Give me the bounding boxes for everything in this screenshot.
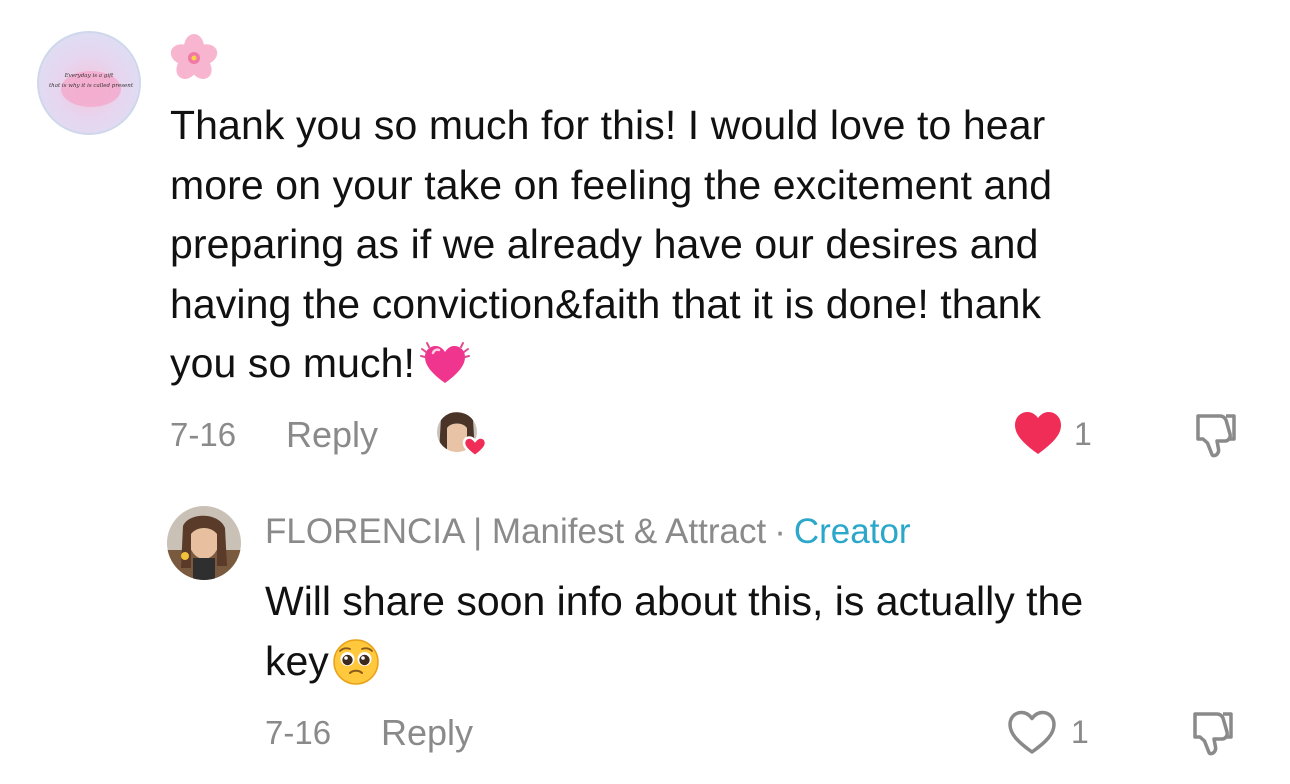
- avatar-artwork: Everyday is a gift that is why it is cal…: [49, 71, 134, 107]
- comment-line: you so much!: [170, 340, 416, 386]
- reply-line-last: key: [265, 631, 1255, 691]
- comment-date: 7-16: [170, 416, 237, 453]
- reply-line: Will share soon info about this, is actu…: [265, 578, 1084, 624]
- reply-line: key: [265, 638, 329, 684]
- like-heart-icon[interactable]: [1013, 410, 1063, 456]
- creator-avatar[interactable]: [167, 506, 241, 580]
- growing-heart-icon: [419, 337, 471, 389]
- comment-line-last: you so much!: [170, 334, 1240, 394]
- reply-author-name[interactable]: FLORENCIA | Manifest & Attract: [265, 512, 766, 551]
- reply-date: 7-16: [265, 714, 332, 751]
- dislike-icon[interactable]: [1190, 410, 1242, 460]
- reply-meta-row: 7-16 Reply 1: [265, 706, 1255, 758]
- cherry-blossom-icon: [168, 32, 220, 84]
- like-count: 1: [1071, 714, 1089, 750]
- like-count: 1: [1074, 416, 1092, 452]
- comment-line: preparing as if we already have our desi…: [170, 221, 1039, 267]
- like-heart-outline-icon[interactable]: [1006, 708, 1058, 756]
- creator-badge: Creator: [793, 512, 911, 551]
- avatar-text-line-1: Everyday is a gift: [64, 73, 114, 79]
- comment-line: having the conviction&faith that it is d…: [170, 280, 1042, 327]
- separator-dot: ·: [774, 512, 786, 551]
- pleading-face-icon: [331, 637, 381, 687]
- commenter-avatar[interactable]: Everyday is a gift that is why it is cal…: [37, 31, 141, 135]
- comment-body: Thank you so much for this! I would love…: [170, 96, 1240, 394]
- comment-line: Thank you so much for this! I would love…: [170, 102, 1046, 148]
- reply-button[interactable]: Reply: [381, 712, 473, 754]
- creator-liked-icon: [433, 408, 493, 460]
- dislike-icon[interactable]: [1187, 708, 1239, 758]
- avatar-text-line-2: that is why it is called present: [49, 83, 134, 89]
- comment-meta-row: 7-16 Reply 1: [170, 408, 1250, 460]
- reply-button[interactable]: Reply: [286, 414, 378, 456]
- reply-body: Will share soon info about this, is actu…: [265, 571, 1255, 691]
- reply-header: FLORENCIA | Manifest & Attract · Creator: [265, 512, 911, 552]
- comment-line: more on your take on feeling the excitem…: [170, 161, 1053, 208]
